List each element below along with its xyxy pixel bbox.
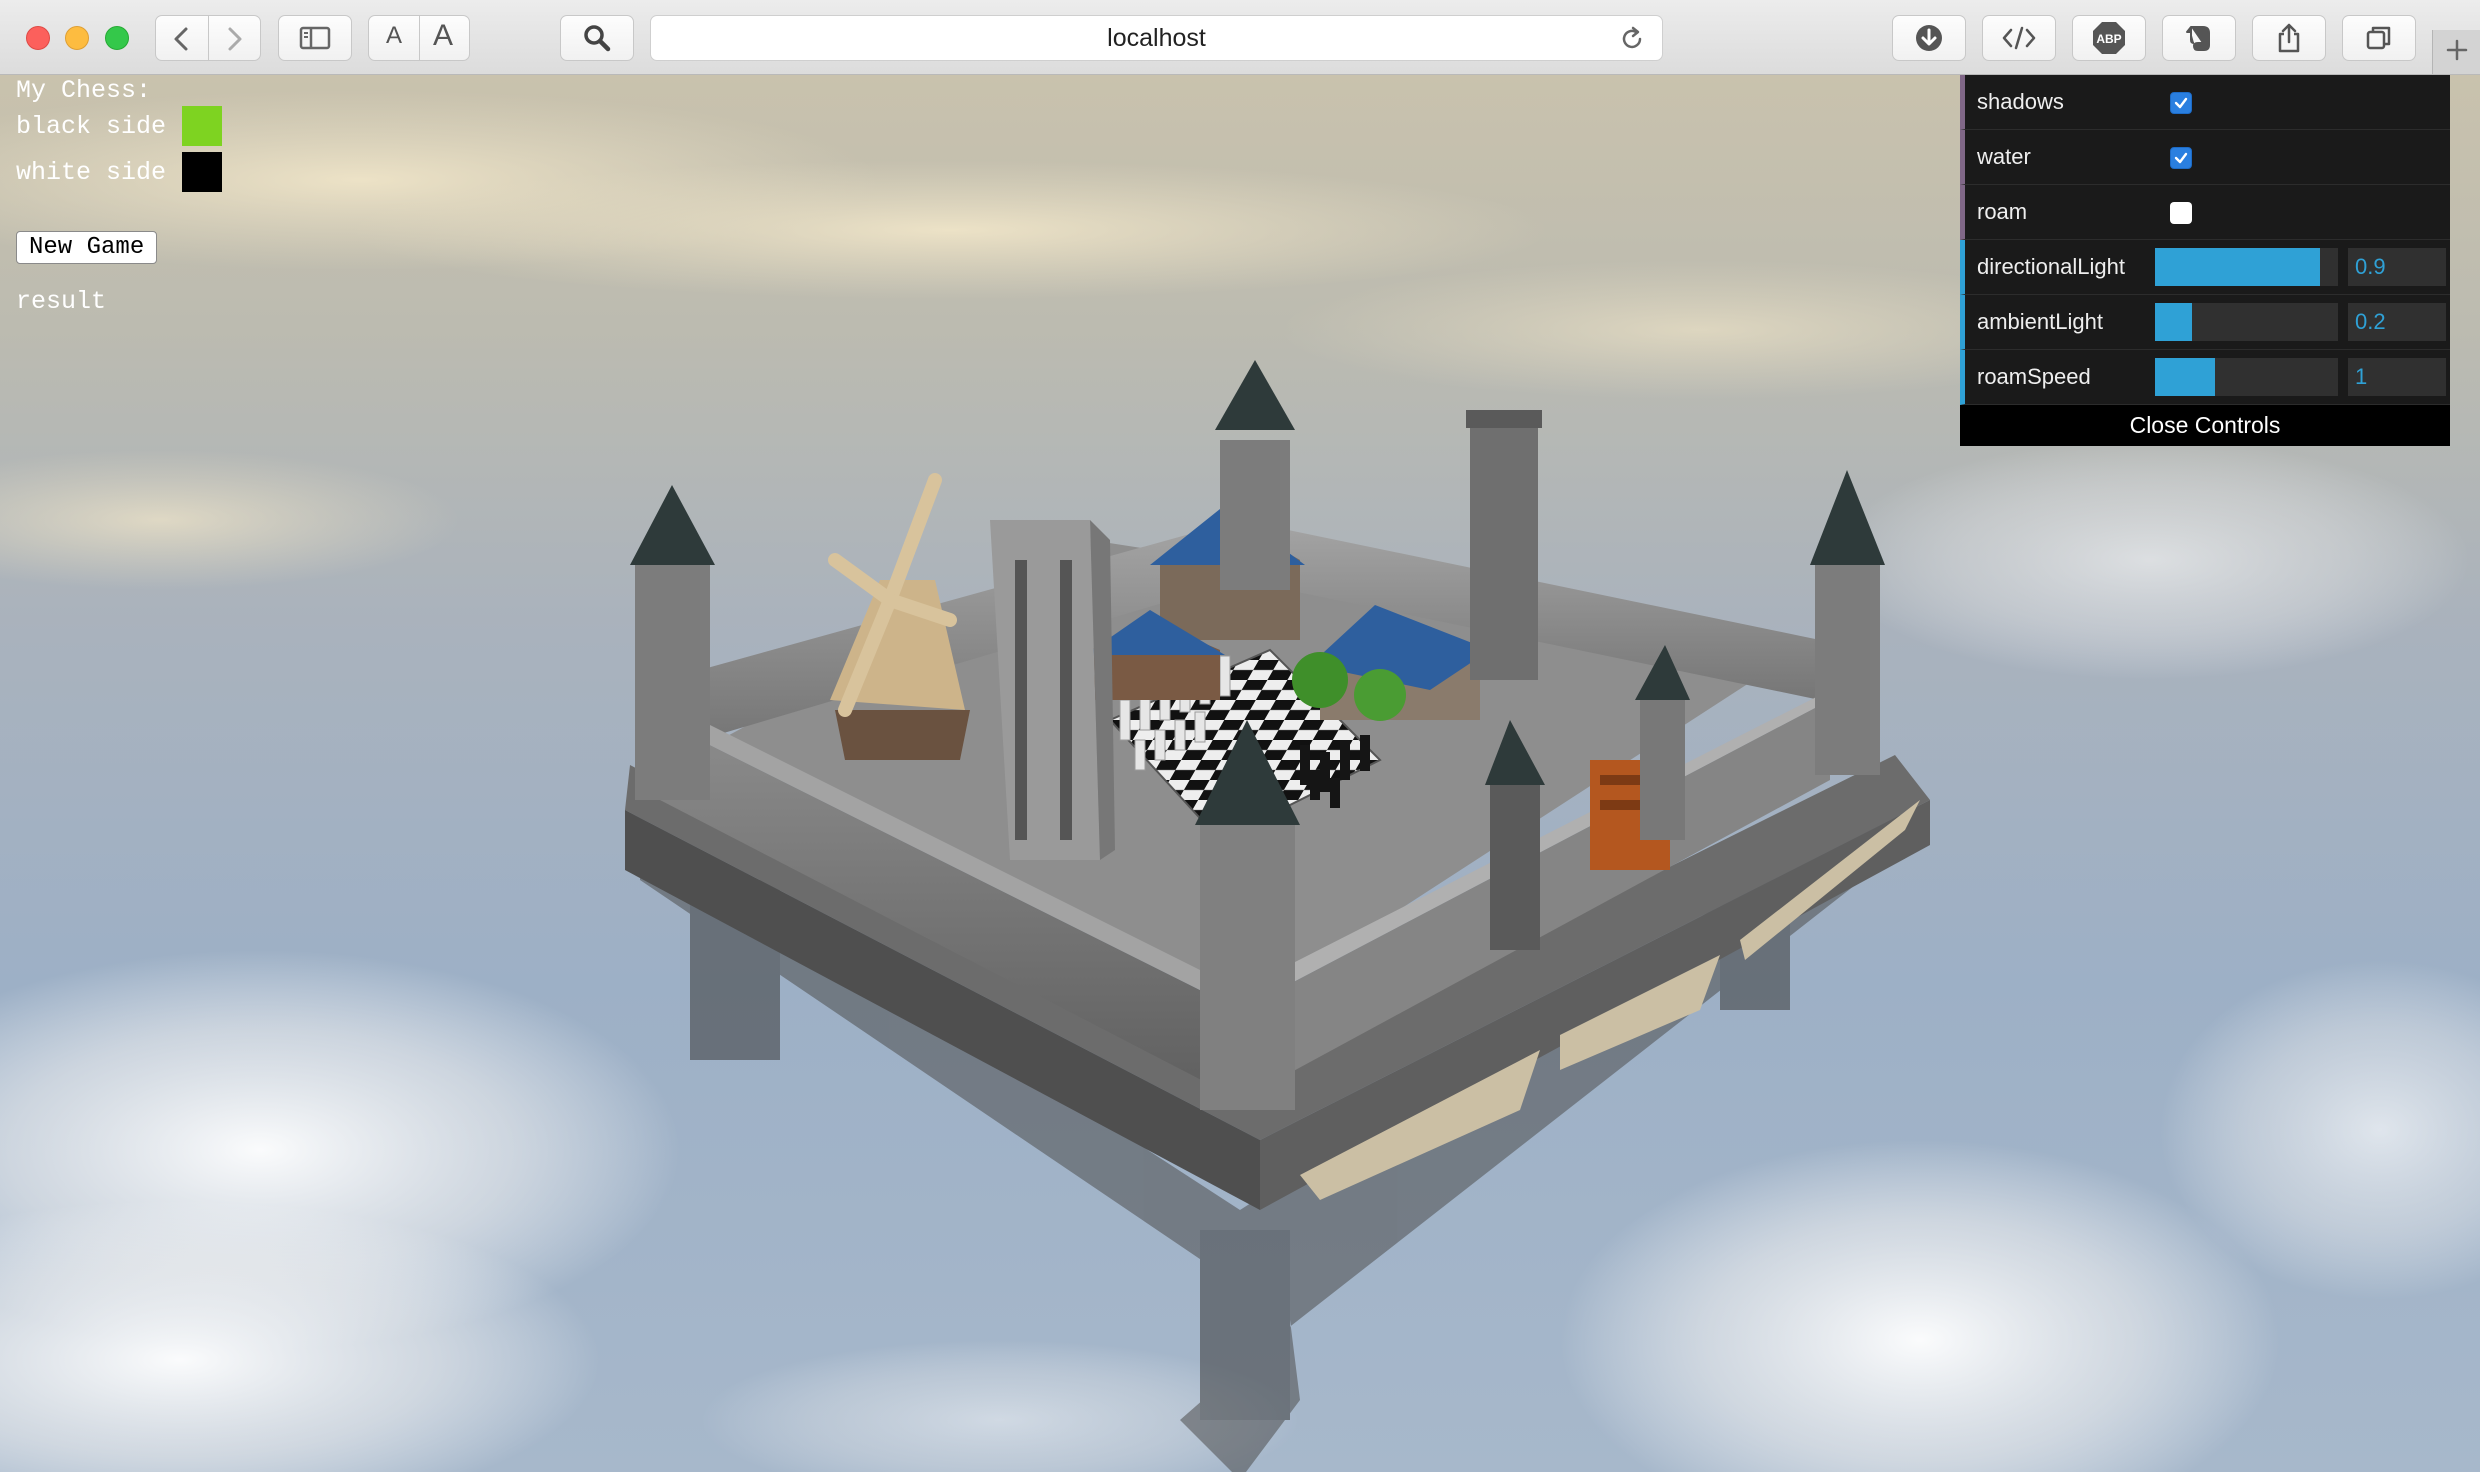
close-controls-button[interactable]: Close Controls	[1960, 405, 2450, 446]
slider-fill	[2155, 358, 2216, 396]
ambient-light-control: ambientLight 0.2	[1960, 295, 2450, 350]
evernote-button[interactable]	[2162, 15, 2236, 61]
water-control[interactable]: water	[1960, 130, 2450, 185]
roam-checkbox[interactable]	[2170, 202, 2192, 224]
shadows-label: shadows	[1977, 89, 2064, 114]
share-button[interactable]	[2252, 15, 2326, 61]
download-icon	[1914, 23, 1944, 53]
downloads-button[interactable]	[1892, 15, 1966, 61]
roam-label: roam	[1977, 199, 2028, 224]
ambient-light-label: ambientLight	[1977, 309, 2103, 334]
reload-icon[interactable]	[1618, 25, 1646, 60]
result-label: result	[16, 287, 107, 316]
white-side-row: white side	[16, 152, 223, 192]
decrease-text-size-button[interactable]: A	[386, 22, 402, 50]
black-side-label: black side	[16, 111, 167, 141]
water-checkbox[interactable]	[2170, 147, 2192, 169]
shadows-control[interactable]: shadows	[1960, 75, 2450, 130]
svg-text:ABP: ABP	[2096, 32, 2121, 46]
code-icon	[2001, 25, 2037, 51]
forward-icon[interactable]	[222, 26, 246, 52]
text-size-group: A A	[368, 15, 470, 61]
white-side-label: white side	[16, 157, 167, 187]
water-label: water	[1977, 144, 2031, 169]
chess-title: My Chess:	[16, 76, 152, 105]
sidebar-button[interactable]	[278, 15, 352, 61]
ambient-light-value[interactable]: 0.2	[2348, 303, 2446, 341]
increase-text-size-button[interactable]: A	[433, 19, 453, 53]
roam-speed-label: roamSpeed	[1977, 364, 2091, 389]
ambient-light-slider[interactable]	[2155, 303, 2338, 341]
shadows-checkbox[interactable]	[2170, 92, 2192, 114]
directional-light-label: directionalLight	[1977, 254, 2125, 279]
checkmark-icon	[2174, 152, 2188, 164]
back-icon[interactable]	[170, 26, 194, 52]
maximize-window-button[interactable]	[105, 26, 129, 50]
tabs-icon	[2365, 24, 2393, 52]
roam-speed-control: roamSpeed 1	[1960, 350, 2450, 405]
back-forward-group	[155, 15, 261, 61]
black-side-color-swatch[interactable]	[182, 106, 223, 146]
controls-panel: shadows water roam directionalLight 0.9 …	[1960, 75, 2450, 446]
plus-icon	[2445, 38, 2469, 67]
directional-light-control: directionalLight 0.9	[1960, 240, 2450, 295]
browser-toolbar: A A localhost ABP	[0, 0, 2480, 75]
close-window-button[interactable]	[26, 26, 50, 50]
search-button[interactable]	[560, 15, 634, 61]
minimize-window-button[interactable]	[65, 26, 89, 50]
evernote-icon	[2185, 23, 2213, 53]
roam-speed-slider[interactable]	[2155, 358, 2338, 396]
adblock-button[interactable]: ABP	[2072, 15, 2146, 61]
roam-control[interactable]: roam	[1960, 185, 2450, 240]
address-bar[interactable]: localhost	[650, 15, 1663, 61]
checkmark-icon	[2174, 97, 2188, 109]
search-icon	[582, 23, 612, 53]
directional-light-value[interactable]: 0.9	[2348, 248, 2446, 286]
url-text: localhost	[1107, 23, 1206, 52]
black-side-row: black side	[16, 106, 223, 146]
web-inspector-button[interactable]	[1982, 15, 2056, 61]
new-game-button[interactable]: New Game	[16, 231, 158, 264]
slider-fill	[2155, 303, 2192, 341]
roam-speed-value[interactable]: 1	[2348, 358, 2446, 396]
white-side-color-swatch[interactable]	[182, 152, 223, 192]
slider-fill	[2155, 248, 2320, 286]
new-tab-button[interactable]	[2432, 30, 2480, 74]
sidebar-icon	[299, 26, 331, 50]
show-all-tabs-button[interactable]	[2342, 15, 2416, 61]
adblock-icon: ABP	[2092, 21, 2126, 55]
share-icon	[2275, 22, 2303, 54]
directional-light-slider[interactable]	[2155, 248, 2338, 286]
